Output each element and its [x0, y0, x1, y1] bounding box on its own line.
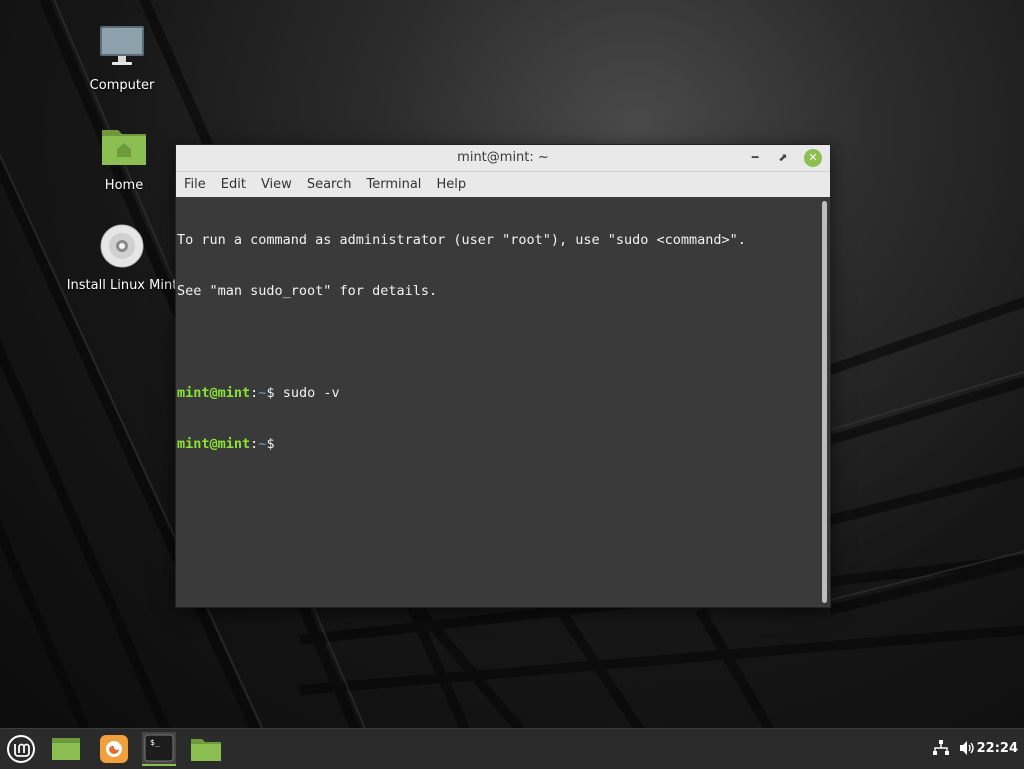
desktop-icon-label: Computer — [89, 78, 155, 93]
menu-view[interactable]: View — [261, 177, 292, 192]
scrollbar-thumb[interactable] — [822, 201, 827, 603]
mint-menu-icon[interactable] — [4, 732, 38, 766]
close-icon[interactable]: ✕ — [804, 149, 822, 167]
window-menubar: File Edit View Search Terminal Help — [176, 172, 830, 198]
desktop-icon-install[interactable]: Install Linux Mint — [62, 224, 182, 293]
computer-monitor-icon — [62, 24, 182, 72]
terminal-line: See "man sudo_root" for details. — [177, 283, 438, 299]
terminal-prompt-line: mint@mint:~$ — [177, 436, 820, 453]
menu-edit[interactable]: Edit — [221, 177, 246, 192]
prompt-symbol: $ — [266, 436, 275, 452]
svg-text:$_: $_ — [150, 738, 160, 747]
terminal-scrollbar[interactable] — [820, 197, 830, 607]
files-icon[interactable] — [189, 732, 223, 766]
network-icon[interactable] — [932, 739, 950, 761]
menu-search[interactable]: Search — [307, 177, 352, 192]
prompt-command: sudo -v — [274, 385, 340, 401]
terminal-line: To run a command as administrator (user … — [177, 232, 746, 248]
window-title: mint@mint: ~ — [457, 150, 549, 165]
desktop-icon-home[interactable]: Home — [64, 124, 184, 193]
disc-icon — [62, 224, 182, 272]
desktop-icon-label: Install Linux Mint — [66, 278, 178, 293]
menu-terminal[interactable]: Terminal — [366, 177, 421, 192]
prompt-user: mint@mint — [177, 385, 251, 401]
minimize-icon[interactable]: ━ — [746, 149, 764, 167]
prompt-user: mint@mint — [177, 436, 251, 452]
menu-help[interactable]: Help — [436, 177, 466, 192]
maximize-icon[interactable]: ⬈ — [774, 149, 792, 167]
desktop-icon-computer[interactable]: Computer — [62, 24, 182, 93]
terminal-window[interactable]: mint@mint: ~ ━ ⬈ ✕ File Edit View Search… — [175, 144, 831, 608]
terminal-icon[interactable]: $_ — [142, 732, 176, 766]
desktop-icon-label: Home — [104, 178, 144, 193]
taskbar: $_ 22:24 — [0, 728, 1024, 769]
window-titlebar[interactable]: mint@mint: ~ ━ ⬈ ✕ — [176, 145, 830, 172]
volume-icon[interactable] — [958, 739, 976, 761]
show-desktop-icon[interactable] — [49, 732, 83, 766]
terminal-output[interactable]: To run a command as administrator (user … — [176, 197, 820, 607]
terminal-prompt-line: mint@mint:~$ sudo -v — [177, 385, 820, 402]
prompt-command — [275, 436, 283, 452]
prompt-symbol: $ — [266, 385, 275, 401]
menu-file[interactable]: File — [184, 177, 206, 192]
firefox-icon[interactable] — [97, 732, 131, 766]
home-folder-icon — [64, 124, 184, 172]
taskbar-clock[interactable]: 22:24 — [977, 741, 1018, 756]
